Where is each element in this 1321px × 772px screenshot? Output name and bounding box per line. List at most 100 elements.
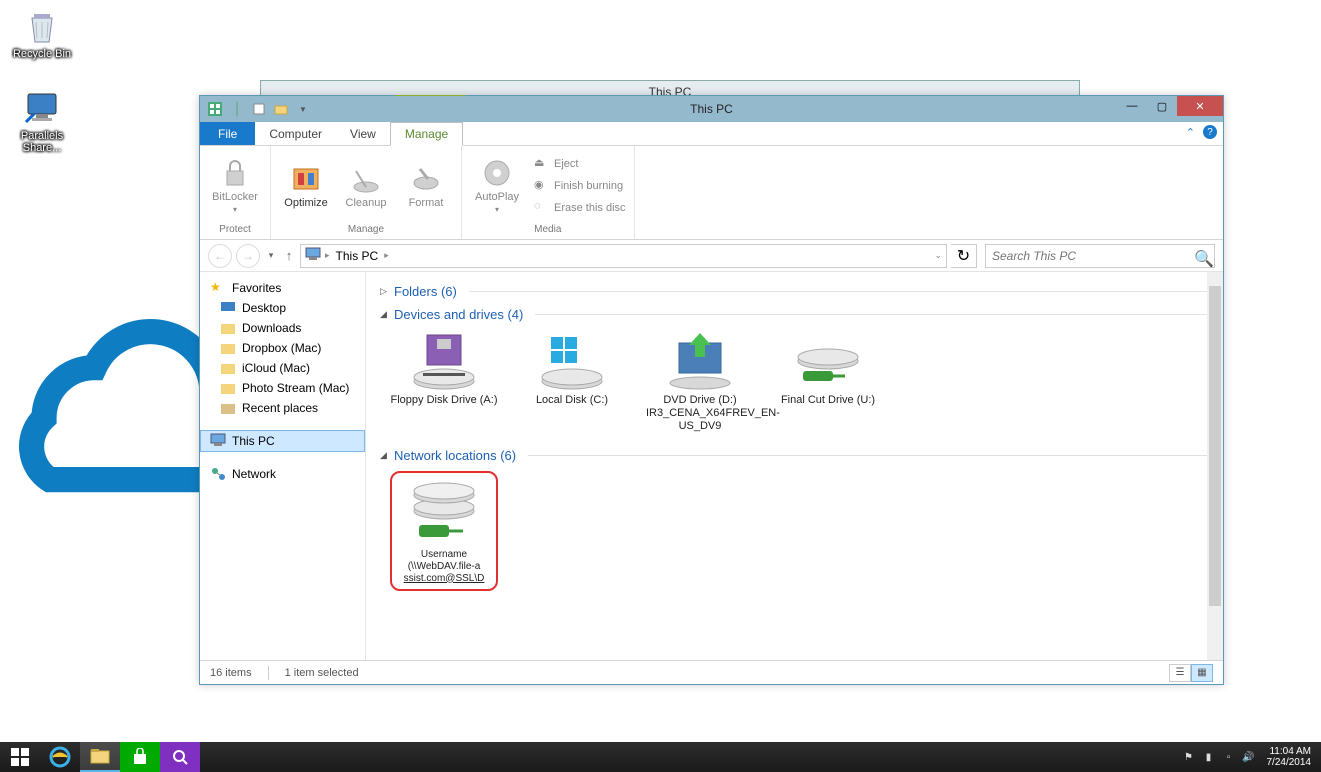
titlebar[interactable]: | ▼ This PC — ▢ ✕ — [200, 96, 1223, 122]
nav-dropbox[interactable]: Dropbox (Mac) — [200, 338, 365, 358]
drive-label: Floppy Disk Drive (A:) — [390, 394, 498, 407]
monitor-icon — [22, 88, 62, 128]
network-drive-icon — [793, 330, 863, 392]
details-view-button[interactable]: ☰ — [1169, 664, 1191, 682]
tray-battery-icon[interactable]: ▮ — [1201, 749, 1217, 765]
tab-file[interactable]: File — [200, 122, 255, 145]
search-input[interactable] — [992, 249, 1194, 263]
button-label: Cleanup — [346, 197, 387, 209]
taskbar-store[interactable] — [120, 742, 160, 772]
autoplay-icon — [481, 157, 513, 189]
tray-volume-icon[interactable]: 🔊 — [1241, 749, 1257, 765]
up-button[interactable]: ↑ — [282, 248, 296, 263]
taskbar-search[interactable] — [160, 742, 200, 772]
drive-network-u[interactable]: Final Cut Drive (U:) — [774, 330, 882, 434]
section-network-locations[interactable]: ◢Network locations (6) — [380, 448, 1209, 463]
desktop-icon-label: Parallels Share... — [4, 130, 80, 154]
refresh-button[interactable]: ↻ — [951, 244, 977, 268]
nav-network[interactable]: Network — [200, 464, 365, 484]
desktop-icon-parallels[interactable]: Parallels Share... — [4, 88, 80, 154]
history-dropdown[interactable]: ▾ — [264, 250, 278, 261]
ribbon-collapse-icon[interactable]: ⌃ — [1186, 126, 1195, 139]
nav-this-pc[interactable]: This PC — [200, 430, 365, 452]
cleanup-button[interactable]: Cleanup — [339, 163, 393, 209]
chevron-right-icon[interactable]: ▸ — [384, 250, 389, 261]
back-button[interactable]: ← — [208, 244, 232, 268]
nav-recent[interactable]: Recent places — [200, 398, 365, 418]
search-box[interactable]: 🔍 — [985, 244, 1215, 268]
status-item-count: 16 items — [210, 667, 252, 679]
forward-button[interactable]: → — [236, 244, 260, 268]
dvd-drive-icon — [665, 330, 735, 392]
nav-desktop[interactable]: Desktop — [200, 298, 365, 318]
close-button[interactable]: ✕ — [1177, 96, 1223, 116]
nav-downloads[interactable]: Downloads — [200, 318, 365, 338]
folder-icon — [220, 360, 236, 376]
ribbon-tabs: File Computer View Manage ⌃ ? — [200, 122, 1223, 146]
tab-manage[interactable]: Manage — [390, 122, 463, 146]
section-folders[interactable]: ▷Folders (6) — [380, 284, 1209, 299]
icons-view-button[interactable]: ▦ — [1191, 664, 1213, 682]
pc-icon — [305, 247, 321, 264]
chevron-right-icon[interactable]: ▸ — [325, 250, 330, 261]
qat-properties-icon[interactable] — [250, 100, 268, 118]
drive-label: Final Cut Drive (U:) — [774, 394, 882, 407]
address-dropdown-icon[interactable]: ⌄ — [934, 250, 942, 261]
vertical-scrollbar[interactable] — [1207, 272, 1223, 660]
taskbar-ie[interactable] — [40, 742, 80, 772]
taskbar-explorer[interactable] — [80, 742, 120, 772]
eject-button[interactable]: ⏏Eject — [534, 153, 626, 175]
qat-new-folder-icon[interactable] — [272, 100, 290, 118]
local-disk-icon — [537, 330, 607, 392]
cleanup-icon — [350, 163, 382, 195]
minimize-button[interactable]: — — [1117, 96, 1147, 116]
search-icon[interactable]: 🔍 — [1194, 249, 1208, 263]
maximize-button[interactable]: ▢ — [1147, 96, 1177, 116]
address-bar[interactable]: ▸ This PC ▸ ⌄ — [300, 244, 947, 268]
address-row: ← → ▾ ↑ ▸ This PC ▸ ⌄ ↻ 🔍 — [200, 240, 1223, 272]
tab-view[interactable]: View — [336, 122, 390, 145]
breadcrumb[interactable]: This PC — [334, 249, 381, 263]
content-pane: ▷Folders (6) ◢Devices and drives (4) Flo… — [366, 272, 1223, 660]
view-mode-buttons: ☰ ▦ — [1169, 664, 1213, 682]
autoplay-button[interactable]: AutoPlay▾ — [470, 157, 524, 215]
tray-clock[interactable]: 11:04 AM 7/24/2014 — [1261, 746, 1318, 768]
qat-dropdown-icon[interactable]: ▼ — [294, 100, 312, 118]
tray-flag-icon[interactable]: ⚑ — [1181, 749, 1197, 765]
network-location-webdav[interactable]: Username (\\WebDAV.file-a ssist.com@SSL\… — [390, 471, 498, 591]
explorer-body: ★Favorites Desktop Downloads Dropbox (Ma… — [200, 272, 1223, 660]
tray-network-icon[interactable]: ▫ — [1221, 749, 1237, 765]
format-button[interactable]: Format — [399, 163, 453, 209]
drive-label: DVD Drive (D:) IR3_CENA_X64FREV_EN-US_DV… — [646, 394, 754, 434]
bitlocker-button[interactable]: BitLocker▾ — [208, 157, 262, 215]
finish-burning-button[interactable]: ◉Finish burning — [534, 175, 626, 197]
drives-list: Floppy Disk Drive (A:) Local Disk (C:) D… — [380, 330, 1209, 434]
erase-disc-button[interactable]: ◌Erase this disc — [534, 197, 626, 219]
desktop-icon-label: Recycle Bin — [4, 48, 80, 60]
button-label: Optimize — [284, 197, 327, 209]
nav-favorites[interactable]: ★Favorites — [200, 278, 365, 298]
chevron-down-icon: ◢ — [380, 450, 390, 461]
tab-computer[interactable]: Computer — [255, 122, 336, 145]
optimize-button[interactable]: Optimize — [279, 163, 333, 209]
nav-photostream[interactable]: Photo Stream (Mac) — [200, 378, 365, 398]
app-icon[interactable] — [206, 100, 224, 118]
start-button[interactable] — [0, 742, 40, 772]
drive-dvd[interactable]: DVD Drive (D:) IR3_CENA_X64FREV_EN-US_DV… — [646, 330, 754, 434]
recycle-bin-icon — [22, 6, 62, 46]
help-icon[interactable]: ? — [1203, 125, 1217, 139]
drive-floppy[interactable]: Floppy Disk Drive (A:) — [390, 330, 498, 434]
format-icon — [410, 163, 442, 195]
scrollbar-thumb[interactable] — [1209, 286, 1221, 606]
drive-label: Local Disk (C:) — [518, 394, 626, 407]
drive-local-c[interactable]: Local Disk (C:) — [518, 330, 626, 434]
desktop-icon-recycle-bin[interactable]: Recycle Bin — [4, 6, 80, 60]
lock-icon — [219, 157, 251, 189]
qat-separator: | — [228, 100, 246, 118]
section-devices[interactable]: ◢Devices and drives (4) — [380, 307, 1209, 322]
navigation-pane: ★Favorites Desktop Downloads Dropbox (Ma… — [200, 272, 366, 660]
window-controls: — ▢ ✕ — [1117, 96, 1223, 116]
taskbar: ⚑ ▮ ▫ 🔊 11:04 AM 7/24/2014 — [0, 742, 1321, 772]
network-icon — [210, 466, 226, 482]
nav-icloud[interactable]: iCloud (Mac) — [200, 358, 365, 378]
